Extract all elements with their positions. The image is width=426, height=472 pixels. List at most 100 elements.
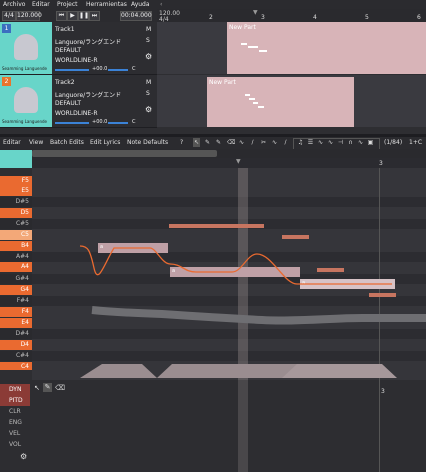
piano-key[interactable]: C#5 (0, 219, 32, 229)
piano-key[interactable]: D#5 (0, 197, 32, 207)
piano-roll-ruler[interactable]: 3 ▼ (32, 158, 426, 168)
piano-key[interactable]: E4 (0, 318, 32, 328)
track-header-1[interactable]: 1 Seamming Languende Track1 Languore/ラング… (0, 22, 157, 75)
piano-key[interactable]: D4 (0, 340, 32, 350)
piano-key[interactable]: D5 (0, 208, 32, 218)
pan-slider[interactable] (108, 69, 128, 71)
expression-pitd[interactable]: PITD (0, 395, 30, 406)
piano-key[interactable]: C#4 (0, 351, 32, 361)
track-settings-icon[interactable]: ⚙ (145, 52, 152, 61)
track-phonemizer[interactable]: WORLDLINE-R (55, 57, 98, 64)
lyrics-toggle-icon[interactable]: ☰ (307, 138, 314, 147)
menu-ayuda[interactable]: Ayuda (131, 1, 150, 8)
phoneme-toggle-icon[interactable]: ▣ (367, 138, 374, 147)
tempo-field[interactable]: 120.000 (16, 11, 42, 21)
vibrato-toggle-icon[interactable]: ∿ (327, 138, 334, 147)
track-name[interactable]: Track2 (55, 79, 75, 86)
center-button[interactable]: C (132, 66, 136, 72)
line-tool-icon[interactable]: ∕ (249, 138, 256, 147)
eraser-tool-icon[interactable]: ⌫ (55, 384, 65, 392)
pan-value: +00.0 (92, 66, 108, 72)
pitch-toggle-icon[interactable]: ∩ (347, 138, 354, 147)
note-toggle-icon[interactable]: ♫ (297, 138, 304, 147)
piano-key[interactable]: D#4 (0, 329, 32, 339)
track-header-2[interactable]: 2 Seamming Languende Track2 Languore/ラング… (0, 75, 157, 128)
note-dash (258, 106, 264, 108)
playhead-icon[interactable]: ▼ (253, 9, 258, 16)
eraser-tool-icon[interactable]: ⌫ (227, 138, 235, 147)
menu-project[interactable]: Project (57, 1, 78, 8)
piano-key[interactable]: C5 (0, 230, 32, 240)
track-settings-icon[interactable]: ⚙ (145, 105, 152, 114)
track-name[interactable]: Track1 (55, 26, 75, 33)
draw-pitch-tool-icon[interactable]: ∿ (238, 138, 245, 147)
track-expression[interactable]: DEFAULT (55, 47, 81, 54)
center-button[interactable]: C (132, 119, 136, 125)
piano-key[interactable]: F#4 (0, 296, 32, 306)
menu-herramientas[interactable]: Herramientas (86, 1, 127, 8)
expression-dyn[interactable]: DYN (0, 384, 30, 395)
cursor-tool-icon[interactable]: ↖ (193, 138, 200, 147)
piano-key[interactable]: A#4 (0, 252, 32, 262)
time-signature[interactable]: 4/4 (2, 11, 16, 21)
piano-roll[interactable]: a a a (32, 168, 426, 380)
snap-toggle-icon[interactable]: ⊣ (337, 138, 344, 147)
pen-plus-tool-icon[interactable]: ✎ (215, 138, 222, 147)
brush-tool-icon[interactable]: ∿ (271, 138, 278, 147)
horizontal-scrollbar[interactable] (32, 150, 217, 157)
piano-key[interactable]: F5 (0, 176, 32, 186)
first-icon[interactable]: ⏮ (56, 11, 67, 21)
pitch-curve[interactable] (32, 168, 426, 380)
pencil-tool-icon[interactable]: ✎ (43, 383, 52, 392)
tips-toggle-icon[interactable]: ∿ (317, 138, 324, 147)
last-icon[interactable]: ⏭ (89, 11, 100, 21)
expression-clr[interactable]: CLR (0, 406, 30, 417)
pen-tool-icon[interactable]: ✎ (204, 138, 211, 147)
editor-menu-note-defaults[interactable]: Note Defaults (127, 139, 168, 146)
mute-button[interactable]: M (146, 26, 151, 33)
help-button[interactable]: ? (180, 139, 183, 146)
volume-slider[interactable] (55, 69, 89, 71)
scroll-left-icon[interactable]: ‹ (160, 1, 162, 8)
volume-slider[interactable] (55, 122, 89, 124)
pause-icon[interactable]: ❚❚ (78, 11, 89, 21)
mute-button[interactable]: M (146, 79, 151, 86)
track-ruler[interactable]: 120.00 4/4 2 3 4 5 6 ▼ (157, 9, 426, 23)
track-expression[interactable]: DEFAULT (55, 100, 81, 107)
knife-tool-icon[interactable]: ✂ (260, 138, 267, 147)
singer-avatar[interactable]: 2 Seamming Languende (0, 75, 52, 127)
singer-avatar[interactable]: 1 Seamming Languende (0, 22, 52, 74)
waveform-toggle-icon[interactable]: ∿ (357, 138, 364, 147)
editor-menu-view[interactable]: View (29, 139, 43, 146)
menu-archivo[interactable]: Archivo (3, 1, 25, 8)
editor-menu-editar[interactable]: Editar (3, 139, 21, 146)
play-icon[interactable]: ▶ (67, 11, 78, 21)
pan-slider[interactable] (108, 122, 128, 124)
track-lane-1[interactable]: New Part (157, 22, 426, 74)
track-lane-2[interactable]: New Part (157, 75, 426, 127)
solo-button[interactable]: S (146, 90, 150, 97)
pen-tool-icon[interactable]: ↖ (34, 384, 40, 392)
editor-menu-batch-edits[interactable]: Batch Edits (50, 139, 84, 146)
expression-vel[interactable]: VEL (0, 428, 30, 439)
piano-key[interactable]: G4 (0, 285, 32, 295)
playhead-icon[interactable]: ▼ (236, 158, 241, 165)
piano-key[interactable]: A4 (0, 262, 32, 272)
part-block[interactable]: New Part (207, 77, 354, 127)
track-phonemizer[interactable]: WORLDLINE-R (55, 110, 98, 117)
piano-key[interactable]: C4 (0, 362, 32, 370)
expression-eng[interactable]: ENG (0, 417, 30, 428)
expression-settings-icon[interactable]: ⚙ (20, 452, 27, 461)
track-singer[interactable]: Languore/ラングエンド (55, 90, 121, 99)
menu-editar[interactable]: Editar (32, 1, 50, 8)
track-singer[interactable]: Languore/ラングエンド (55, 37, 121, 46)
piano-key[interactable]: G#4 (0, 274, 32, 284)
part-block[interactable]: New Part (227, 22, 426, 74)
piano-key[interactable]: F4 (0, 307, 32, 317)
solo-button[interactable]: S (146, 37, 150, 44)
editor-menu-edit-lyrics[interactable]: Edit Lyrics (90, 139, 120, 146)
piano-key[interactable]: E5 (0, 186, 32, 196)
expression-vol[interactable]: VOL (0, 439, 30, 450)
pipette-tool-icon[interactable]: ∕ (282, 138, 289, 147)
piano-key[interactable]: B4 (0, 241, 32, 251)
